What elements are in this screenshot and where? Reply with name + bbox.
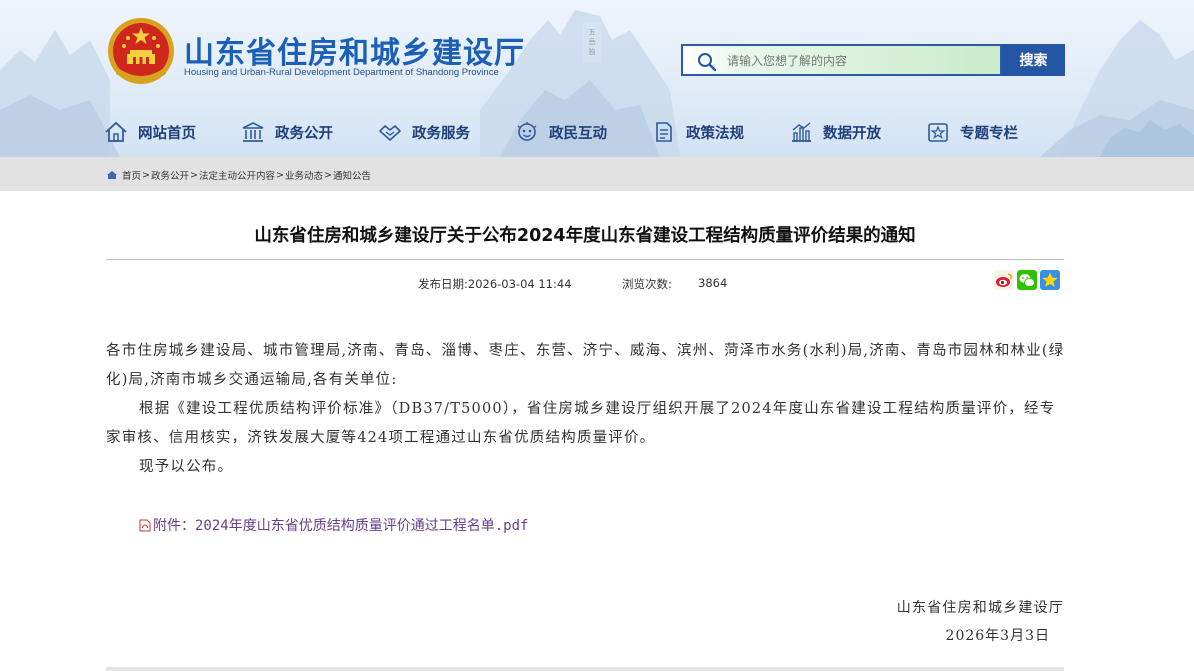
breadcrumb-gov-affairs[interactable]: 政务公开 bbox=[151, 168, 189, 182]
nav-label: 政策法规 bbox=[686, 125, 744, 142]
search-box bbox=[681, 44, 1002, 76]
home-icon bbox=[105, 121, 127, 142]
interaction-icon bbox=[517, 122, 537, 141]
document-icon bbox=[656, 122, 672, 142]
breadcrumb-separator: > bbox=[275, 169, 284, 181]
breadcrumb-separator: > bbox=[142, 169, 150, 181]
signature-organization: 山东省住房和城乡建设厅 bbox=[896, 600, 1064, 616]
breadcrumb-notices[interactable]: 通知公告 bbox=[333, 168, 371, 182]
signature-date: 2026年3月3日 bbox=[945, 628, 1050, 644]
site-subtitle: Housing and Urban-Rural Development Depa… bbox=[184, 67, 499, 78]
footer-divider bbox=[106, 667, 1064, 671]
breadcrumb-statutory-content[interactable]: 法定主动公开内容 bbox=[199, 168, 275, 182]
favorite-star-icon[interactable] bbox=[1040, 270, 1060, 290]
nav-item-home[interactable]: 网站首页 bbox=[104, 116, 196, 148]
government-building-icon bbox=[242, 122, 264, 142]
nav-label: 政务公开 bbox=[275, 125, 333, 142]
share-buttons bbox=[994, 270, 1060, 290]
breadcrumb: 首页 > 政务公开 > 法定主动公开内容 > 业务动态 > 通知公告 bbox=[106, 168, 371, 182]
nav-label: 网站首页 bbox=[138, 125, 196, 142]
site-title: 山东省住房和城乡建设厅 bbox=[184, 36, 525, 71]
nav-item-special-topics[interactable]: 专题专栏 bbox=[926, 116, 1018, 148]
wechat-icon[interactable] bbox=[1017, 270, 1037, 290]
attachment-link[interactable]: 附件：2024年度山东省优质结构质量评价通过工程名单.pdf bbox=[139, 515, 528, 535]
bar-chart-icon bbox=[792, 122, 811, 142]
svg-text:独: 独 bbox=[589, 47, 596, 56]
search-bar: 搜索 bbox=[681, 44, 1065, 76]
search-input[interactable] bbox=[727, 50, 997, 72]
view-count: 3864 bbox=[698, 276, 728, 290]
nav-label: 政民互动 bbox=[549, 125, 607, 142]
weibo-icon[interactable] bbox=[994, 270, 1014, 290]
nav-label: 政务服务 bbox=[412, 125, 470, 142]
breadcrumb-separator: > bbox=[190, 169, 198, 181]
article-paragraph-addressees: 各市住房城乡建设局、城市管理局,济南、青岛、淄博、枣庄、东营、济宁、威海、滨州、… bbox=[106, 343, 1065, 388]
article-paragraph-main: 根据《建设工程优质结构评价标准》（DB37/T5000），省住房城乡建设厅组织开… bbox=[106, 401, 1056, 446]
home-icon bbox=[107, 171, 117, 179]
star-icon bbox=[928, 123, 948, 142]
article-title: 山东省住房和城乡建设厅关于公布2024年度山东省建设工程结构质量评价结果的通知 bbox=[254, 226, 916, 246]
breadcrumb-home[interactable]: 首页 bbox=[122, 168, 141, 182]
publish-date-label: 发布日期: bbox=[418, 277, 468, 291]
main-nav: 网站首页 政务公开 政务服务 政民互动 政策法规 数据开放 专题专栏 bbox=[104, 116, 1064, 148]
search-icon bbox=[698, 53, 717, 72]
article-meta: 发布日期:2026-03-04 11:44 浏览次数: 3864 bbox=[418, 276, 727, 292]
nav-label: 专题专栏 bbox=[960, 125, 1018, 142]
attachment-label: 附件：2024年度山东省优质结构质量评价通过工程名单.pdf bbox=[153, 518, 529, 534]
search-button[interactable]: 搜索 bbox=[1002, 44, 1065, 76]
title-divider bbox=[106, 259, 1064, 260]
handshake-icon bbox=[379, 125, 401, 141]
nav-item-interaction[interactable]: 政民互动 bbox=[515, 116, 607, 148]
pdf-file-icon bbox=[139, 519, 151, 531]
nav-item-policies[interactable]: 政策法规 bbox=[652, 116, 744, 148]
nav-item-gov-affairs[interactable]: 政务公开 bbox=[241, 116, 333, 148]
publish-date: 2026-03-04 11:44 bbox=[467, 277, 572, 291]
breadcrumb-bar: 首页 > 政务公开 > 法定主动公开内容 > 业务动态 > 通知公告 bbox=[0, 157, 1194, 191]
site-header: 五 岳 独 山东省住房和城乡建设厅 Housing and Urban-Rura… bbox=[0, 0, 1194, 157]
nav-label: 数据开放 bbox=[823, 125, 881, 142]
svg-text:岳: 岳 bbox=[589, 38, 596, 46]
breadcrumb-separator: > bbox=[323, 169, 332, 181]
nav-item-gov-services[interactable]: 政务服务 bbox=[378, 116, 470, 148]
article-paragraph-announcement: 现予以公布。 bbox=[139, 459, 234, 475]
national-emblem-logo bbox=[108, 18, 174, 84]
views-label: 浏览次数: bbox=[622, 277, 672, 291]
svg-text:五: 五 bbox=[589, 28, 596, 36]
breadcrumb-business-news[interactable]: 业务动态 bbox=[285, 168, 323, 182]
nav-item-open-data[interactable]: 数据开放 bbox=[789, 116, 881, 148]
